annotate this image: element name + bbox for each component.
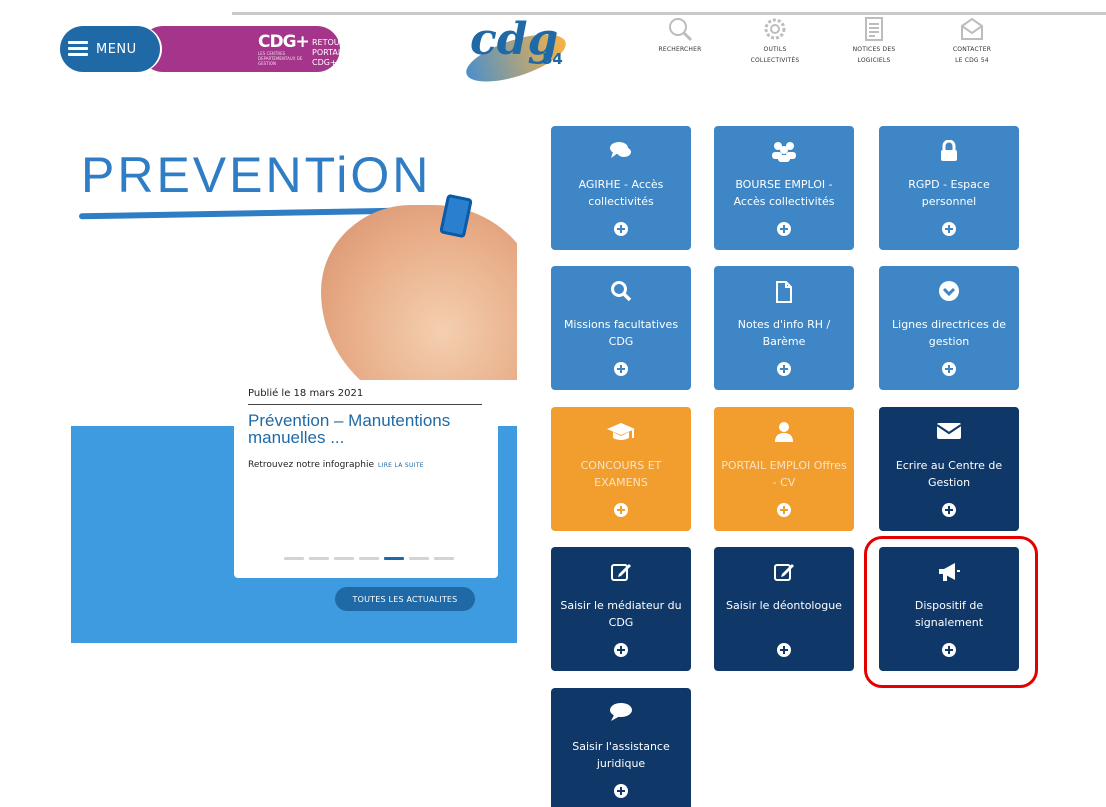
hero-image[interactable]: PREVENTiON (71, 110, 517, 380)
plus-circle-icon (614, 503, 628, 517)
highlight-circle (864, 536, 1038, 688)
menu-label: MENU (96, 41, 137, 57)
cdg54-logo[interactable]: cdg 54 (458, 12, 578, 92)
comments-icon (610, 142, 631, 158)
user-icon (775, 422, 793, 442)
hand-illustration (321, 205, 517, 380)
tile-rgpd[interactable]: RGPD - Espace personnel (879, 126, 1019, 250)
search-icon (611, 281, 632, 302)
news-card: Publié le 18 mars 2021 Prévention – Manu… (234, 380, 498, 578)
read-more-link[interactable]: LIRE LA SUITE (378, 462, 424, 469)
hero-image-text: PREVENTiON (81, 147, 432, 203)
search-icon (669, 18, 693, 42)
tile-notes-info[interactable]: Notes d'info RH / Barème (714, 266, 854, 390)
news-divider (248, 404, 482, 405)
news-text: Retrouvez notre infographie LIRE LA SUITE (248, 460, 424, 470)
cdg-plus-logo: CDG+ LES CENTRES DEPARTEMENTAUX DE GESTI… (258, 32, 310, 67)
plus-circle-icon (942, 503, 956, 517)
carousel-dot[interactable] (434, 557, 454, 560)
tile-portail-emploi[interactable]: PORTAIL EMPLOI Offres - CV (714, 407, 854, 531)
news-title[interactable]: Prévention – Manutentions manuelles ... (248, 412, 488, 446)
envelope-icon (961, 17, 983, 40)
topnav-rechercher[interactable]: RECHERCHER (630, 16, 730, 55)
plus-circle-icon (777, 222, 791, 236)
graduation-cap-icon (607, 423, 635, 440)
users-icon (772, 142, 796, 162)
topnav-notices[interactable]: NOTICES DES LOGICIELS (824, 16, 924, 66)
plus-circle-icon (777, 643, 791, 657)
carousel-dot[interactable] (334, 557, 354, 560)
chevron-circle-icon (939, 281, 959, 301)
tile-bourse-emploi[interactable]: BOURSE EMPLOI - Accès collectivités (714, 126, 854, 250)
file-icon (776, 281, 792, 303)
page: CDG+ LES CENTRES DEPARTEMENTAUX DE GESTI… (0, 0, 1106, 807)
plus-circle-icon (942, 362, 956, 376)
header-menu-group: CDG+ LES CENTRES DEPARTEMENTAUX DE GESTI… (60, 26, 345, 72)
news-date: Publié le 18 mars 2021 (248, 388, 364, 399)
plus-circle-icon (777, 503, 791, 517)
tile-assistance-juridique[interactable]: Saisir l'assistance juridique (551, 688, 691, 807)
retour-portail-link[interactable]: RETOUR PORTAIL CDG+ (312, 38, 345, 68)
plus-circle-icon (614, 222, 628, 236)
edit-icon (774, 564, 794, 581)
gear-icon (764, 18, 786, 40)
plus-circle-icon (942, 222, 956, 236)
carousel-dot[interactable] (409, 557, 429, 560)
plus-circle-icon (614, 784, 628, 798)
carousel-dot[interactable] (359, 557, 379, 560)
carousel-dot-active[interactable] (384, 557, 404, 560)
tile-missions[interactable]: Missions facultatives CDG (551, 266, 691, 390)
carousel-dot[interactable] (284, 557, 304, 560)
envelope-icon (936, 423, 962, 439)
tile-ecrire[interactable]: Ecrire au Centre de Gestion (879, 407, 1019, 531)
hamburger-icon (68, 41, 88, 57)
tile-concours[interactable]: CONCOURS ET EXAMENS (551, 407, 691, 531)
lock-icon (941, 140, 957, 161)
tile-deontologue[interactable]: Saisir le déontologue (714, 547, 854, 671)
tile-mediateur[interactable]: Saisir le médiateur du CDG (551, 547, 691, 671)
all-news-button[interactable]: TOUTES LES ACTUALITES (335, 587, 475, 611)
menu-button[interactable]: MENU (60, 26, 160, 72)
carousel-dot[interactable] (309, 557, 329, 560)
cdg-portal-link[interactable]: CDG+ LES CENTRES DEPARTEMENTAUX DE GESTI… (140, 26, 345, 72)
plus-circle-icon (777, 362, 791, 376)
carousel-dots (284, 557, 454, 560)
plus-circle-icon (614, 362, 628, 376)
comment-icon (610, 703, 632, 721)
edit-icon (611, 564, 631, 581)
tile-agirhe[interactable]: AGIRHE - Accès collectivités (551, 126, 691, 250)
topnav-outils[interactable]: OUTILS COLLECTIVITÉS (725, 16, 825, 66)
document-icon (865, 17, 883, 41)
topnav-contacter[interactable]: CONTACTER LE CDG 54 (922, 16, 1022, 66)
tile-lignes-directrices[interactable]: Lignes directrices de gestion (879, 266, 1019, 390)
top-divider (232, 12, 1106, 15)
plus-circle-icon (614, 643, 628, 657)
